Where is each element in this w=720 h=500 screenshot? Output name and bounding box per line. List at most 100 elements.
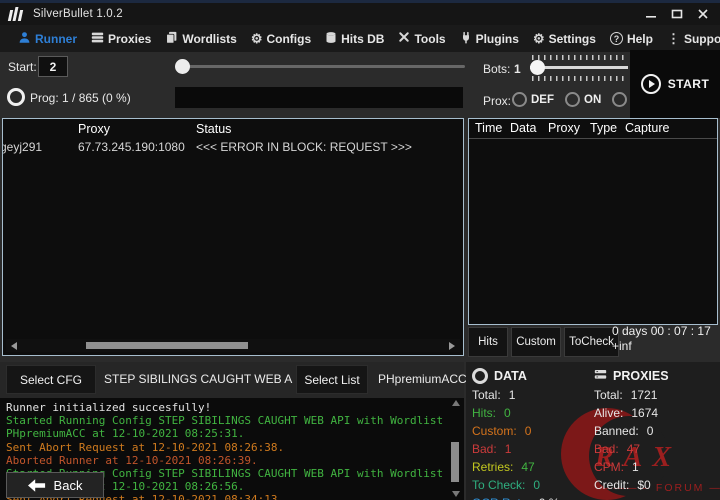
radio-icon [512,92,527,107]
select-list-button[interactable]: Select List [296,365,368,394]
stat-value: 1674 [631,406,658,420]
config-name: STEP SIBILINGS CAUGHT WEB A [104,372,293,386]
column-header-type: Type [590,121,617,135]
stat-row-alive: Alive:1674 [594,404,718,422]
bots-label: Bots: [483,62,510,76]
stat-label: Retries: [472,460,513,474]
scroll-thumb[interactable] [451,442,459,482]
stat-value: 1 [632,460,639,474]
scroll-down-icon[interactable] [452,491,460,497]
bots-value: 1 [514,62,521,76]
log-line: Aborted Runner at 12-10-2021 08:26:39. [6,454,450,467]
runner-icon [18,31,31,47]
slider-thumb[interactable] [175,59,190,74]
start-button[interactable]: START [630,50,720,118]
select-cfg-button[interactable]: Select CFG [6,365,96,394]
minimize-button[interactable] [638,5,664,23]
cell-data: geyj291 [2,140,42,154]
menu-item-supporters[interactable]: ⋮ Supporters [667,32,720,46]
menu-item-help[interactable]: ? Help [610,32,653,46]
server-icon [91,31,104,47]
menu-item-configs[interactable]: ⚙ Configs [251,32,311,46]
eta-time: +inf [612,339,711,354]
start-input[interactable] [38,56,68,77]
stat-row-ocr: OCR Rate: 0 % [472,494,590,500]
radio-icon [612,92,627,107]
menu-item-plugins[interactable]: Plugins [460,31,519,47]
bots-slider[interactable] [530,55,628,81]
slider-track [181,65,465,68]
stat-row-banned: Banned:0 [594,422,718,440]
log-line: Started Running Config STEP SIBILINGS CA… [6,414,450,427]
tab-tocheck[interactable]: ToCheck [564,327,619,357]
table-row[interactable]: geyj291 67.73.245.190:1080 <<< ERROR IN … [3,140,463,156]
scroll-right-icon[interactable] [449,342,455,350]
stat-row-tocheck: To Check:0 [472,476,590,494]
menu-item-tools[interactable]: Tools [398,31,445,46]
menu-label: Supporters [684,32,720,46]
stat-label: Bad: [472,442,497,456]
menu-item-hitsdb[interactable]: Hits DB [325,31,384,47]
column-header-status: Status [196,122,231,136]
elapsed-time: 0 days 00 : 07 : 17 [612,324,711,339]
column-header-capture: Capture [625,121,669,135]
stat-value: 0 % [539,496,560,500]
vertical-scrollbar[interactable] [450,400,461,497]
scroll-up-icon[interactable] [452,400,460,406]
menubar: Runner Proxies Wordlists ⚙ Configs Hits … [0,25,720,52]
start-label: Start: [8,60,37,74]
scroll-thumb[interactable] [86,342,248,349]
scroll-left-icon[interactable] [11,342,17,350]
menu-item-wordlists[interactable]: Wordlists [165,31,236,47]
tab-hits[interactable]: Hits [468,327,508,357]
stat-label: Banned: [594,424,639,438]
horizontal-scrollbar[interactable] [6,339,460,352]
kebab-dots-icon: ⋮ [667,32,680,45]
help-icon: ? [610,32,623,45]
menu-item-runner[interactable]: Runner [18,31,77,47]
close-button[interactable] [690,5,716,23]
stat-label: OCR Rate: [472,496,531,500]
menu-label: Configs [266,32,311,46]
stats-panel: RAX FORUM DATA Total:1 Hits:0 Custom:0 B… [466,362,720,500]
stat-value: 47 [521,460,534,474]
back-button[interactable]: Back [6,472,104,498]
column-header-data: Data [510,121,536,135]
proxy-status-table: Proxy Status geyj291 67.73.245.190:1080 … [2,118,464,356]
stat-label: Total: [472,388,501,402]
progress-bar [175,87,463,108]
radio-label: DEF [531,94,554,106]
menu-label: Settings [549,32,596,46]
stat-value: 1721 [631,388,658,402]
menu-item-settings[interactable]: ⚙ Settings [533,32,596,46]
stat-value: 0 [504,406,511,420]
menu-item-proxies[interactable]: Proxies [91,31,151,47]
capture-table: Time Data Proxy Type Capture [468,118,718,325]
prox-option-on[interactable]: ON [565,92,601,107]
slider-thumb[interactable] [530,60,545,75]
stat-value: 47 [627,442,640,456]
stat-label: CPM: [594,460,624,474]
stat-row-hits: Hits: 0 [472,404,590,422]
menu-label: Tools [414,32,445,46]
menu-label: Proxies [108,32,151,46]
data-panel: DATA Total:1 Hits:0 Custom:0 Bad:1 Retri… [472,366,590,500]
maximize-button[interactable] [664,5,690,23]
stat-value: 1 [509,388,516,402]
start-button-label: START [668,77,710,91]
app-logo-icon [9,7,22,21]
stat-label: Hits: [472,406,496,420]
pages-icon [165,31,178,47]
log-line: Sent Abort Request at 12-10-2021 08:26:3… [6,441,450,454]
play-icon [641,74,661,94]
runner-controls: Start: Prog: 1 / 865 (0 %) Bots: 1 Prox:… [0,52,720,118]
slider-ticks [532,76,626,81]
prox-option-def[interactable]: DEF [512,92,554,107]
server-icon [594,368,607,384]
stat-value: 1 [505,442,512,456]
results-tabs: Hits Custom ToCheck 0 days 00 : 07 : 17 … [466,327,720,360]
titlebar: SilverBullet 1.0.2 [0,0,720,25]
start-slider[interactable] [175,57,465,77]
proxies-panel: PROXIES Total:1721 Alive:1674 Banned:0 B… [594,366,718,494]
tab-custom[interactable]: Custom [511,327,561,357]
